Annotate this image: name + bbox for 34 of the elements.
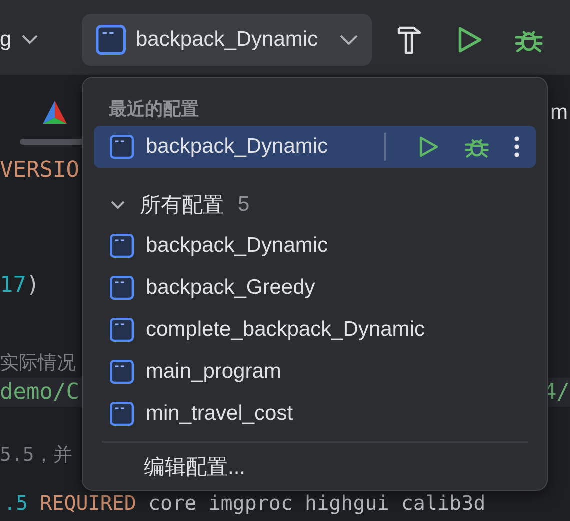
code-text: ): [26, 273, 40, 298]
code-text: REQUIRED: [39, 491, 136, 515]
code-text: demo/C: [0, 380, 80, 405]
build-config-label[interactable]: g: [0, 28, 12, 52]
config-item[interactable]: backpack_Dynamic: [94, 126, 536, 168]
chevron-down-icon[interactable]: [22, 34, 38, 44]
triangle-logo-icon: [42, 100, 68, 126]
config-item[interactable]: complete_backpack_Dynamic: [94, 309, 536, 352]
count-label: 5: [238, 192, 250, 217]
window-icon: [110, 360, 134, 384]
hammer-icon[interactable]: [396, 24, 424, 54]
code-text: .5: [4, 491, 28, 515]
code-text: 5.5，并: [0, 444, 72, 466]
more-icon[interactable]: [514, 136, 520, 158]
window-icon: [110, 276, 134, 300]
window-icon: [110, 402, 134, 426]
section-header: 所有配置: [140, 192, 224, 219]
code-text: 实际情况: [0, 352, 76, 374]
window-icon: [110, 234, 134, 258]
config-item[interactable]: backpack_Dynamic: [94, 225, 536, 268]
code-text: VERSIO: [0, 158, 80, 183]
config-item[interactable]: min_travel_cost: [94, 393, 536, 436]
config-item[interactable]: main_program: [94, 351, 536, 394]
chevron-down-icon: [340, 34, 358, 44]
tab-label[interactable]: m: [550, 100, 568, 124]
code-text: 17: [0, 273, 26, 298]
edit-configs-item[interactable]: 编辑配置...: [94, 443, 536, 490]
window-icon: [110, 135, 134, 160]
run-config-dropdown[interactable]: backpack_Dynamic: [82, 14, 372, 66]
config-item[interactable]: backpack_Greedy: [94, 267, 536, 310]
section-header: 最近的配置: [108, 98, 200, 121]
window-icon: [110, 318, 134, 342]
code-text: core imgproc highgui calib3d: [148, 491, 486, 515]
window-icon: [96, 24, 126, 54]
